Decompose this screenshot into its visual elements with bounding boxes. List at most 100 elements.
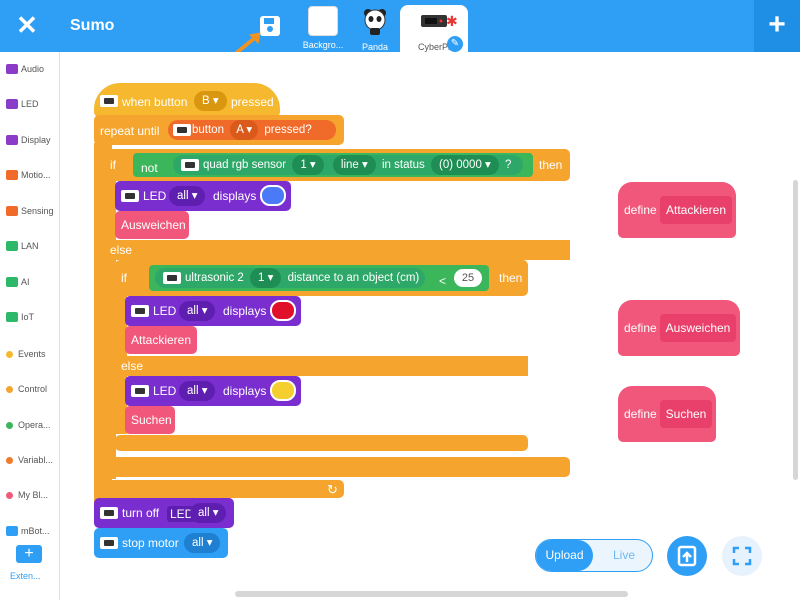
button-a-dropdown[interactable]: A ▾ — [230, 120, 259, 140]
status-dropdown[interactable]: (0) 0000 ▾ — [431, 155, 499, 175]
device-icon — [131, 385, 149, 397]
block-text: LED — [143, 189, 167, 203]
led-all-dropdown[interactable]: all ▾ — [179, 381, 216, 401]
dropdown-value: all — [192, 537, 204, 549]
my-blocks-dot-icon — [6, 491, 13, 499]
display-icon — [6, 135, 18, 145]
inner-else-row: else — [115, 356, 528, 376]
block-text: Suchen — [131, 413, 172, 427]
operator-text: < — [439, 274, 447, 288]
horizontal-scrollbar[interactable] — [235, 591, 628, 597]
upload-button[interactable] — [667, 536, 707, 576]
vertical-scrollbar[interactable] — [793, 180, 798, 480]
ultrasonic-condition[interactable]: ultrasonic 2 1 ▾ distance to an object (… — [155, 268, 425, 288]
bluetooth-off-icon: ✱ — [446, 13, 458, 29]
category-label: My Bl... — [18, 490, 49, 500]
device-icon — [100, 95, 118, 107]
button-dropdown[interactable]: B ▾ — [194, 91, 227, 111]
mode-toggle[interactable]: Upload Live — [535, 539, 653, 572]
distance-input[interactable]: 25 — [454, 269, 482, 287]
block-text: pressed — [231, 95, 274, 109]
device-icon — [181, 159, 199, 171]
button-pressed-condition[interactable]: button A ▾ pressed? — [168, 120, 336, 140]
line-dropdown[interactable]: line ▾ — [332, 155, 376, 175]
sprite-background[interactable]: Backgro... — [298, 5, 348, 52]
led-icon — [6, 99, 18, 109]
motion-icon — [6, 170, 18, 180]
define-suchen-block[interactable]: define Suchen — [618, 386, 716, 442]
category-iot[interactable]: IoT — [6, 312, 34, 322]
color-swatch-red[interactable] — [270, 300, 296, 321]
block-text: else — [110, 243, 133, 257]
sprite-panda[interactable]: Panda — [352, 5, 398, 52]
block-text: stop motor — [122, 536, 179, 550]
sprite-label: Panda — [361, 42, 389, 52]
led-display-red-block[interactable]: LED all ▾ displays — [125, 296, 301, 326]
fullscreen-button[interactable] — [722, 536, 762, 576]
condition-text: ultrasonic 2 — [185, 272, 244, 284]
condition-text: distance to an object (cm) — [287, 272, 420, 284]
condition-text: in status — [381, 159, 425, 171]
mbot-device-icon — [100, 537, 118, 549]
call-suchen-block[interactable]: Suchen — [125, 406, 175, 434]
category-led[interactable]: LED — [6, 99, 39, 109]
category-control[interactable]: Control — [6, 384, 47, 394]
turn-off-led-block[interactable]: turn off LED all ▾ — [94, 498, 234, 528]
stop-motor-dropdown[interactable]: all ▾ — [184, 533, 221, 553]
category-sensing[interactable]: Sensing — [6, 206, 54, 216]
sensor-dropdown[interactable]: 1 ▾ — [292, 155, 324, 175]
not-condition[interactable]: not quad rgb sensor 1 ▾ line ▾ in status… — [133, 153, 533, 177]
close-icon[interactable]: ✕ — [14, 12, 40, 38]
block-text: LED — [153, 384, 177, 398]
turn-off-all-dropdown[interactable]: all ▾ — [190, 503, 227, 523]
inner-if-block[interactable]: if then ultrasonic 2 1 ▾ distance to an … — [115, 260, 528, 296]
live-tab[interactable]: Live — [596, 540, 652, 571]
condition-text: ? — [505, 159, 512, 171]
define-name: Ausweichen — [660, 314, 736, 342]
lan-icon — [6, 241, 18, 251]
category-label: LAN — [21, 241, 39, 251]
category-mbot[interactable]: mBot... — [6, 526, 50, 536]
add-sprite-button[interactable]: + — [754, 0, 800, 52]
define-ausweichen-block[interactable]: define Ausweichen — [618, 300, 740, 356]
led-all-dropdown[interactable]: all ▾ — [179, 301, 216, 321]
upload-icon — [677, 545, 697, 567]
variables-dot-icon — [6, 456, 13, 464]
category-label: Control — [18, 384, 48, 394]
block-text: not — [141, 161, 158, 175]
category-events[interactable]: Events — [6, 349, 46, 359]
upload-tab[interactable]: Upload — [536, 540, 593, 571]
category-lan[interactable]: LAN — [6, 241, 39, 251]
category-motion[interactable]: Motio... — [6, 170, 51, 180]
condition-text: quad rgb sensor — [203, 159, 287, 171]
repeat-until-block[interactable]: repeat until button A ▾ pressed? — [94, 115, 344, 145]
call-attackieren-block[interactable]: Attackieren — [125, 326, 197, 354]
condition-text: pressed? — [264, 124, 312, 136]
category-display[interactable]: Display — [6, 135, 51, 145]
stop-motor-block[interactable]: stop motor all ▾ — [94, 528, 228, 558]
less-than-condition[interactable]: ultrasonic 2 1 ▾ distance to an object (… — [149, 265, 489, 291]
led-display-yellow-block[interactable]: LED all ▾ displays — [125, 376, 301, 406]
category-audio[interactable]: Audio — [6, 64, 44, 74]
category-my-blocks[interactable]: My Bl... — [6, 490, 48, 500]
dropdown-value: A — [236, 124, 244, 136]
if-else-block[interactable]: if then not quad rgb sensor 1 ▾ line ▾ i… — [104, 149, 570, 181]
color-swatch-blue[interactable] — [260, 185, 286, 206]
led-all-dropdown[interactable]: all ▾ — [169, 186, 206, 206]
quad-rgb-condition[interactable]: quad rgb sensor 1 ▾ line ▾ in status (0)… — [173, 155, 523, 175]
category-variables[interactable]: Variabl... — [6, 455, 53, 465]
category-ai[interactable]: AI — [6, 277, 30, 287]
sprite-cyberpi[interactable]: CyberPi ✱ ✎ — [400, 5, 468, 52]
when-button-pressed-block[interactable]: when button B ▾ pressed — [94, 83, 280, 117]
call-ausweichen-block[interactable]: Ausweichen — [115, 211, 189, 239]
script-canvas[interactable]: when button B ▾ pressed repeat until but… — [61, 52, 800, 600]
led-display-blue-block[interactable]: LED all ▾ displays — [115, 181, 291, 211]
category-operators[interactable]: Opera... — [6, 420, 51, 430]
block-text: define — [624, 407, 657, 421]
edit-icon[interactable]: ✎ — [447, 36, 463, 52]
define-attackieren-block[interactable]: define Attackieren — [618, 182, 736, 238]
category-label: mBot... — [21, 526, 50, 536]
ultrasonic-dropdown[interactable]: 1 ▾ — [250, 268, 282, 288]
extension-add-button[interactable]: + — [16, 545, 42, 563]
color-swatch-yellow[interactable] — [270, 380, 296, 401]
